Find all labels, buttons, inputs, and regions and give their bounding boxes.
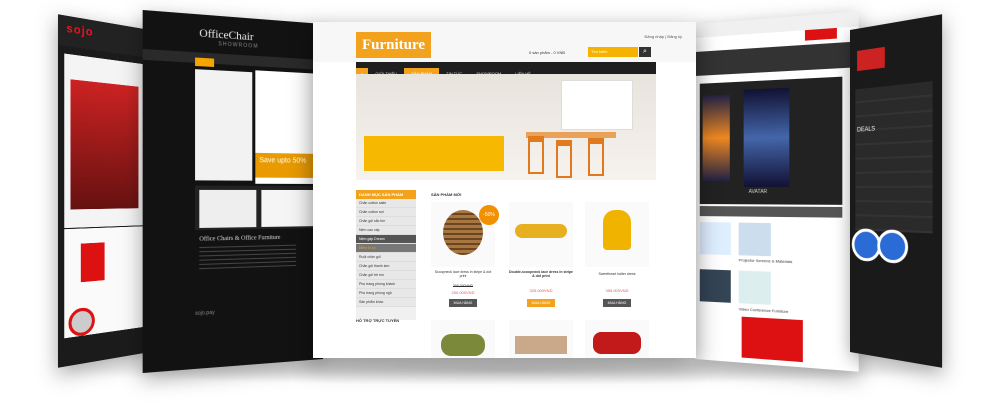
product-name: Scoopneck lace dress in stripe & dot pri… xyxy=(434,270,492,278)
showcase-stage: sojo OfficeChair SHOWROOM Save upto 50% … xyxy=(0,0,1000,420)
officechair-filter-panel xyxy=(195,69,253,181)
search-icon: ⌕ xyxy=(639,47,651,57)
home-tab xyxy=(195,57,215,68)
category-item: Chăn gối sắc tím xyxy=(356,217,416,226)
category-item: Sản phẩm khác xyxy=(356,298,416,307)
officechair-footer: sojo.pay xyxy=(195,309,215,318)
av-equipment-site-preview: AVATAR Projector Screens & Materials Vid… xyxy=(695,11,859,372)
right-hero-screen-1 xyxy=(702,94,730,181)
product-price: 355.000VND xyxy=(605,288,629,293)
banner-chair xyxy=(556,140,572,178)
furniture-logo: Furniture xyxy=(356,32,431,58)
product-image xyxy=(585,202,649,267)
sojo-hero-image xyxy=(70,79,139,210)
product-price: 250.000VND xyxy=(451,290,475,295)
right-hero-screen-2 xyxy=(743,87,790,187)
social-icon xyxy=(877,229,909,265)
category-item: Chăn cotton sợi xyxy=(356,208,416,217)
support-heading: HỖ TRỢ TRỰC TUYẾN xyxy=(356,318,400,323)
banner-chair xyxy=(528,136,544,174)
product-name: Double-scoopneck lace dress in stripe & … xyxy=(509,270,573,278)
right-red-promo xyxy=(741,316,803,363)
category-item: Chăn gối trẻ em xyxy=(356,271,416,280)
sofa-icon xyxy=(515,224,567,238)
buy-button: MUA HÀNG xyxy=(603,299,631,307)
furniture-hero-banner xyxy=(356,74,656,180)
buy-button: MUA HÀNG xyxy=(527,299,555,307)
product-image xyxy=(585,320,649,358)
buy-button: MUA HÀNG xyxy=(449,299,477,307)
right-thumb xyxy=(699,269,731,303)
right-thumb xyxy=(738,270,771,305)
product-old-price: 300.000VND xyxy=(452,284,474,288)
category-subitem-selected: Điếm lò xo xyxy=(356,244,416,253)
banner-window xyxy=(561,80,633,130)
sojo-header: sojo xyxy=(57,14,151,58)
sofa-icon xyxy=(515,336,567,354)
sojo-site-preview: sojo xyxy=(57,14,151,368)
new-products-heading: SẢN PHẨM MỚI xyxy=(431,192,462,197)
dark-site-preview: DEALS xyxy=(850,14,943,368)
far-right-list xyxy=(855,81,933,234)
auth-links: Đăng nhập | Đăng ký xyxy=(644,34,682,39)
officechair-section-title: Office Chairs & Office Furniture xyxy=(199,234,281,243)
category-heading: DANH MỤC SẢN PHẨM xyxy=(356,190,416,199)
product-image xyxy=(509,202,573,267)
right-thumb xyxy=(738,222,771,257)
category-item: Ruột chăn gối xyxy=(356,253,416,262)
category-item: Chăn gối thanh lam xyxy=(356,262,416,271)
sofa-icon xyxy=(441,334,485,356)
officechair-thumb-1 xyxy=(199,189,257,228)
product-name: Sweetheart halter dress xyxy=(598,272,636,276)
category-subitem: Nệm gấp Dream xyxy=(356,235,416,244)
category-item: Phụ trang phòng khách xyxy=(356,280,416,289)
officechair-site-preview: OfficeChair SHOWROOM Save upto 50% Offic… xyxy=(142,9,323,374)
product-image xyxy=(509,320,573,358)
furniture-site-preview: Furniture Đăng nhập | Đăng ký 0 sản phẩm… xyxy=(313,22,696,358)
egg-chair-icon xyxy=(603,210,631,250)
sojo-logo: sojo xyxy=(66,22,94,40)
search-input: Tìm kiếm xyxy=(588,47,638,57)
sofa-icon xyxy=(593,332,641,354)
sale-badge: -50% xyxy=(479,205,499,225)
right-thumb xyxy=(699,222,731,256)
far-right-thumb xyxy=(857,46,885,72)
right-item-label: Projector Screens & Materials xyxy=(738,257,793,265)
carousel-dots xyxy=(699,206,843,218)
product-price: 325.000VND xyxy=(529,288,553,293)
category-item: Nệm cao cấp xyxy=(356,226,416,235)
right-login-button xyxy=(804,27,837,41)
product-image xyxy=(431,320,495,358)
right-nav xyxy=(695,41,859,76)
right-item-label: Video Conference Furniture xyxy=(738,306,789,315)
category-item: Chăn cotton satin xyxy=(356,199,416,208)
chair-icon xyxy=(443,210,483,255)
officechair-body-text xyxy=(199,244,297,271)
banner-chair xyxy=(588,138,604,176)
sojo-red-product xyxy=(80,242,105,283)
right-hero-label: AVATAR xyxy=(748,188,768,196)
furniture-nav: ⌂GIỚI THIỆUSẢN PHẨMTIN TỨCSHOWROOMLIÊN H… xyxy=(356,62,656,80)
deals-label: DEALS xyxy=(857,126,876,134)
officechair-thumb-2 xyxy=(261,189,321,227)
category-sidebar: DANH MỤC SẢN PHẨM Chăn cotton satin Chăn… xyxy=(356,190,416,320)
category-item: Phụ trang phòng ngủ xyxy=(356,289,416,298)
banner-cabinet xyxy=(364,136,504,171)
cart-summary: 0 sản phẩm - 0 VNĐ xyxy=(529,50,566,55)
